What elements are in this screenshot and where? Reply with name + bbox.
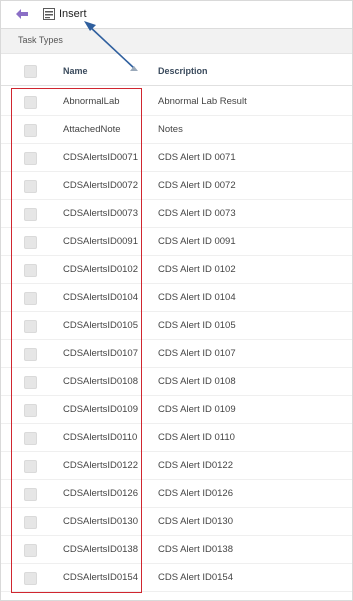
panel-header: Task Types: [1, 28, 352, 54]
cell-name: CDSAlertsID0091: [63, 236, 138, 247]
cell-description: CDS Alert ID 0109: [158, 404, 236, 415]
row-checkbox[interactable]: [24, 236, 37, 249]
cell-description: CDS Alert ID0130: [158, 516, 233, 527]
back-button[interactable]: [15, 7, 29, 19]
cell-name: CDSAlertsID0138: [63, 544, 138, 555]
row-checkbox[interactable]: [24, 516, 37, 529]
row-checkbox[interactable]: [24, 208, 37, 221]
cell-description: CDS Alert ID 0102: [158, 264, 236, 275]
column-header-description[interactable]: Description: [158, 66, 208, 76]
grid-header: Name Description: [1, 57, 352, 86]
table-row[interactable]: CDSAlertsID0110 CDS Alert ID 0110: [1, 424, 352, 452]
cell-description: CDS Alert ID0122: [158, 460, 233, 471]
grid-rows: AbnormalLab Abnormal Lab Result AttachedNo…: [1, 88, 352, 600]
table-row[interactable]: CDSAlertsID0102 CDS Alert ID 0102: [1, 256, 352, 284]
row-checkbox[interactable]: [24, 124, 37, 137]
select-all-checkbox[interactable]: [24, 65, 37, 78]
row-checkbox[interactable]: [24, 544, 37, 557]
cell-name: CDSAlertsID0126: [63, 488, 138, 499]
cell-description: CDS Alert ID 0107: [158, 348, 236, 359]
cell-description: Abnormal Lab Result: [158, 96, 247, 107]
table-row[interactable]: CDSAlertsID0109 CDS Alert ID 0109: [1, 396, 352, 424]
insert-icon: [43, 8, 55, 20]
table-row[interactable]: CDSAlertsID0130 CDS Alert ID0130: [1, 508, 352, 536]
table-row[interactable]: CDSAlertsID0071 CDS Alert ID 0071: [1, 144, 352, 172]
cell-description: CDS Alert ID 0072: [158, 180, 236, 191]
cell-name: CDSAlertsID0108: [63, 376, 138, 387]
cell-description: CDS Alert ID 0073: [158, 208, 236, 219]
cell-description: CDS Alert ID 0091: [158, 236, 236, 247]
task-types-window: Insert Task Types Name Description Abnor…: [0, 0, 353, 601]
row-checkbox[interactable]: [24, 180, 37, 193]
toolbar: Insert: [1, 1, 352, 27]
cell-name: CDSAlertsID0071: [63, 152, 138, 163]
table-row[interactable]: AttachedNote Notes: [1, 116, 352, 144]
row-checkbox[interactable]: [24, 292, 37, 305]
cell-name: CDSAlertsID0109: [63, 404, 138, 415]
table-row[interactable]: CDSAlertsID0155CDS Alert ID0155: [1, 592, 352, 600]
table-row[interactable]: CDSAlertsID0122 CDS Alert ID0122: [1, 452, 352, 480]
cell-description: Notes: [158, 124, 183, 135]
cell-name: CDSAlertsID0072: [63, 180, 138, 191]
cell-name: CDSAlertsID0102: [63, 264, 138, 275]
row-checkbox[interactable]: [24, 152, 37, 165]
table-row[interactable]: CDSAlertsID0107 CDS Alert ID 0107: [1, 340, 352, 368]
row-checkbox[interactable]: [24, 432, 37, 445]
column-header-name[interactable]: Name: [63, 66, 88, 76]
cell-name: CDSAlertsID0107: [63, 348, 138, 359]
row-checkbox[interactable]: [24, 264, 37, 277]
cell-name: CDSAlertsID0105: [63, 320, 138, 331]
cell-description: CDS Alert ID 0104: [158, 292, 236, 303]
row-checkbox[interactable]: [24, 96, 37, 109]
cell-name: AbnormalLab: [63, 96, 120, 107]
row-checkbox[interactable]: [24, 488, 37, 501]
cell-description: CDS Alert ID0138: [158, 544, 233, 555]
cell-name: CDSAlertsID0154: [63, 572, 138, 583]
cell-description: CDS Alert ID0154: [158, 572, 233, 583]
cell-description: CDS Alert ID 0105: [158, 320, 236, 331]
table-row[interactable]: CDSAlertsID0108 CDS Alert ID 0108: [1, 368, 352, 396]
task-types-grid: Name Description AbnormalLab Abnormal Lab…: [1, 57, 352, 600]
table-row[interactable]: CDSAlertsID0126 CDS Alert ID0126: [1, 480, 352, 508]
cell-name: CDSAlertsID0104: [63, 292, 138, 303]
row-checkbox[interactable]: [24, 376, 37, 389]
insert-button[interactable]: Insert: [43, 6, 87, 22]
row-checkbox[interactable]: [24, 348, 37, 361]
insert-label: Insert: [59, 8, 87, 20]
table-row[interactable]: CDSAlertsID0091 CDS Alert ID 0091: [1, 228, 352, 256]
cell-name: AttachedNote: [63, 124, 121, 135]
cell-name: CDSAlertsID0110: [63, 432, 138, 443]
cell-name: CDSAlertsID0122: [63, 460, 138, 471]
row-checkbox[interactable]: [24, 320, 37, 333]
cell-description: CDS Alert ID0126: [158, 488, 233, 499]
cell-name: CDSAlertsID0130: [63, 516, 138, 527]
table-row[interactable]: CDSAlertsID0104 CDS Alert ID 0104: [1, 284, 352, 312]
row-checkbox[interactable]: [24, 460, 37, 473]
back-arrow-icon: [16, 9, 28, 19]
table-row[interactable]: CDSAlertsID0105 CDS Alert ID 0105: [1, 312, 352, 340]
table-row[interactable]: CDSAlertsID0138 CDS Alert ID0138: [1, 536, 352, 564]
table-row[interactable]: CDSAlertsID0073 CDS Alert ID 0073: [1, 200, 352, 228]
table-row[interactable]: CDSAlertsID0154 CDS Alert ID0154: [1, 564, 352, 592]
panel-title: Task Types: [18, 35, 63, 45]
table-row[interactable]: AbnormalLab Abnormal Lab Result: [1, 88, 352, 116]
row-checkbox[interactable]: [24, 572, 37, 585]
table-row[interactable]: CDSAlertsID0072 CDS Alert ID 0072: [1, 172, 352, 200]
cell-name: CDSAlertsID0073: [63, 208, 138, 219]
cell-description: CDS Alert ID 0108: [158, 376, 236, 387]
row-checkbox[interactable]: [24, 404, 37, 417]
cell-description: CDS Alert ID 0071: [158, 152, 236, 163]
cell-description: CDS Alert ID 0110: [158, 432, 235, 443]
